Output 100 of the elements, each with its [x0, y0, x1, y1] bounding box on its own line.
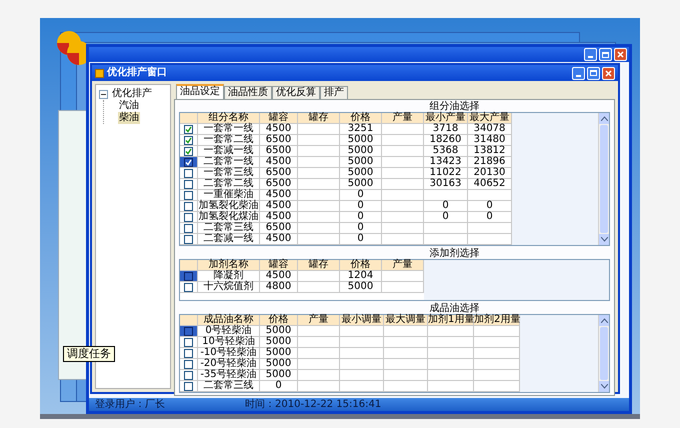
- table-cell: 5000: [260, 348, 298, 359]
- checkbox[interactable]: [184, 168, 193, 178]
- table-cell: 21896: [468, 157, 512, 168]
- minimize-icon[interactable]: [584, 48, 597, 61]
- row-selector-cell[interactable]: [180, 201, 198, 212]
- row-selector-cell[interactable]: [180, 370, 198, 381]
- tree-item[interactable]: 柴油: [118, 112, 140, 124]
- checkbox[interactable]: [184, 382, 193, 390]
- checkbox[interactable]: [184, 370, 193, 380]
- maximize-icon[interactable]: [599, 48, 612, 61]
- checkbox[interactable]: [184, 224, 193, 232]
- row-selector-cell[interactable]: [180, 381, 198, 392]
- row-selector-cell[interactable]: [180, 146, 198, 157]
- checkbox[interactable]: [184, 272, 193, 280]
- row-selector-cell[interactable]: [180, 282, 198, 293]
- row-selector-cell[interactable]: [180, 124, 198, 135]
- table-cell: 二套减一线: [198, 234, 260, 245]
- close-icon[interactable]: [614, 48, 627, 61]
- table-cell: 4500: [260, 157, 298, 168]
- table-cell: [468, 234, 512, 245]
- row-selector-cell[interactable]: [180, 326, 198, 337]
- table-cell: 5000: [260, 359, 298, 370]
- checkbox[interactable]: [184, 212, 193, 222]
- table-cell: 5000: [340, 168, 382, 179]
- table-cell: 40652: [468, 179, 512, 190]
- table-cell: [384, 348, 428, 359]
- tree-item[interactable]: 汽油: [118, 100, 140, 112]
- table-cell: 一套减一线: [198, 146, 260, 157]
- table-cell: [428, 370, 474, 381]
- table-cell: [474, 370, 520, 381]
- table-cell: 13812: [468, 146, 512, 157]
- table-cell: 0: [340, 190, 382, 201]
- collapse-icon[interactable]: [99, 90, 108, 98]
- row-selector-cell[interactable]: [180, 234, 198, 245]
- row-selector-cell[interactable]: [180, 348, 198, 359]
- checkbox[interactable]: [184, 190, 193, 200]
- table-cell: [340, 326, 384, 337]
- table-cell: [298, 124, 340, 135]
- tab[interactable]: 排产: [320, 86, 348, 99]
- table-cell: 5000: [340, 157, 382, 168]
- section-title: 组分油选择: [430, 101, 480, 112]
- table-cell: [298, 179, 340, 190]
- table-cell: [298, 212, 340, 223]
- status-user: 登录用户：厂长: [95, 400, 165, 410]
- maximize-icon[interactable]: [587, 66, 600, 80]
- table-cell: 34078: [468, 124, 512, 135]
- checkbox[interactable]: [184, 180, 193, 188]
- table-cell: [382, 234, 424, 245]
- table-cell: 5000: [340, 135, 382, 146]
- table-cell: [384, 326, 428, 337]
- row-selector-cell[interactable]: [180, 190, 198, 201]
- table-cell: 4500: [260, 124, 298, 135]
- checkbox[interactable]: [184, 348, 193, 358]
- row-selector-cell[interactable]: [180, 168, 198, 179]
- row-selector-cell[interactable]: [180, 157, 198, 168]
- checkbox[interactable]: [184, 360, 193, 368]
- checkbox[interactable]: [184, 146, 193, 156]
- table-cell: 5000: [260, 370, 298, 381]
- table-cell: 4500: [260, 212, 298, 223]
- checkbox[interactable]: [184, 136, 193, 144]
- checkbox[interactable]: [184, 202, 193, 210]
- section-title: 成品油选择: [430, 303, 480, 314]
- row-selector-cell[interactable]: [180, 337, 198, 348]
- row-selector-cell[interactable]: [180, 271, 198, 282]
- column-header: 价格: [340, 113, 382, 124]
- close-icon[interactable]: [602, 66, 615, 80]
- scrollbar[interactable]: [598, 113, 609, 245]
- checkbox[interactable]: [184, 282, 193, 292]
- checkbox[interactable]: [184, 234, 193, 244]
- table-cell: [382, 146, 424, 157]
- row-selector-cell[interactable]: [180, 179, 198, 190]
- table-cell: [384, 337, 428, 348]
- table-cell: [474, 326, 520, 337]
- tab[interactable]: 油品性质: [224, 86, 272, 99]
- table-cell: [382, 135, 424, 146]
- row-selector-cell[interactable]: [180, 135, 198, 146]
- row-selector-cell[interactable]: [180, 223, 198, 234]
- checkbox[interactable]: [184, 338, 193, 346]
- table-cell: 4500: [260, 201, 298, 212]
- table-cell: [298, 201, 340, 212]
- tab[interactable]: 油品设定: [176, 84, 224, 99]
- table-cell: [298, 348, 340, 359]
- table-cell: [340, 370, 384, 381]
- scrollbar[interactable]: [598, 315, 609, 392]
- checkbox[interactable]: [184, 124, 193, 134]
- table-cell: [298, 337, 340, 348]
- checkbox[interactable]: [184, 326, 193, 336]
- row-selector-cell[interactable]: [180, 359, 198, 370]
- table-cell: 4500: [260, 234, 298, 245]
- row-selector-cell[interactable]: [180, 212, 198, 223]
- minimize-icon[interactable]: [572, 66, 585, 80]
- tab[interactable]: 优化反算: [272, 86, 320, 99]
- checkbox[interactable]: [184, 158, 193, 166]
- column-header: 产量: [298, 315, 340, 326]
- table-cell: 20130: [468, 168, 512, 179]
- table-cell: 0: [468, 212, 512, 223]
- table-cell: 降凝剂: [198, 271, 260, 282]
- table-cell: 4500: [260, 271, 298, 282]
- column-header: 罐存: [298, 260, 340, 271]
- tree-item[interactable]: 优化排产: [111, 88, 153, 100]
